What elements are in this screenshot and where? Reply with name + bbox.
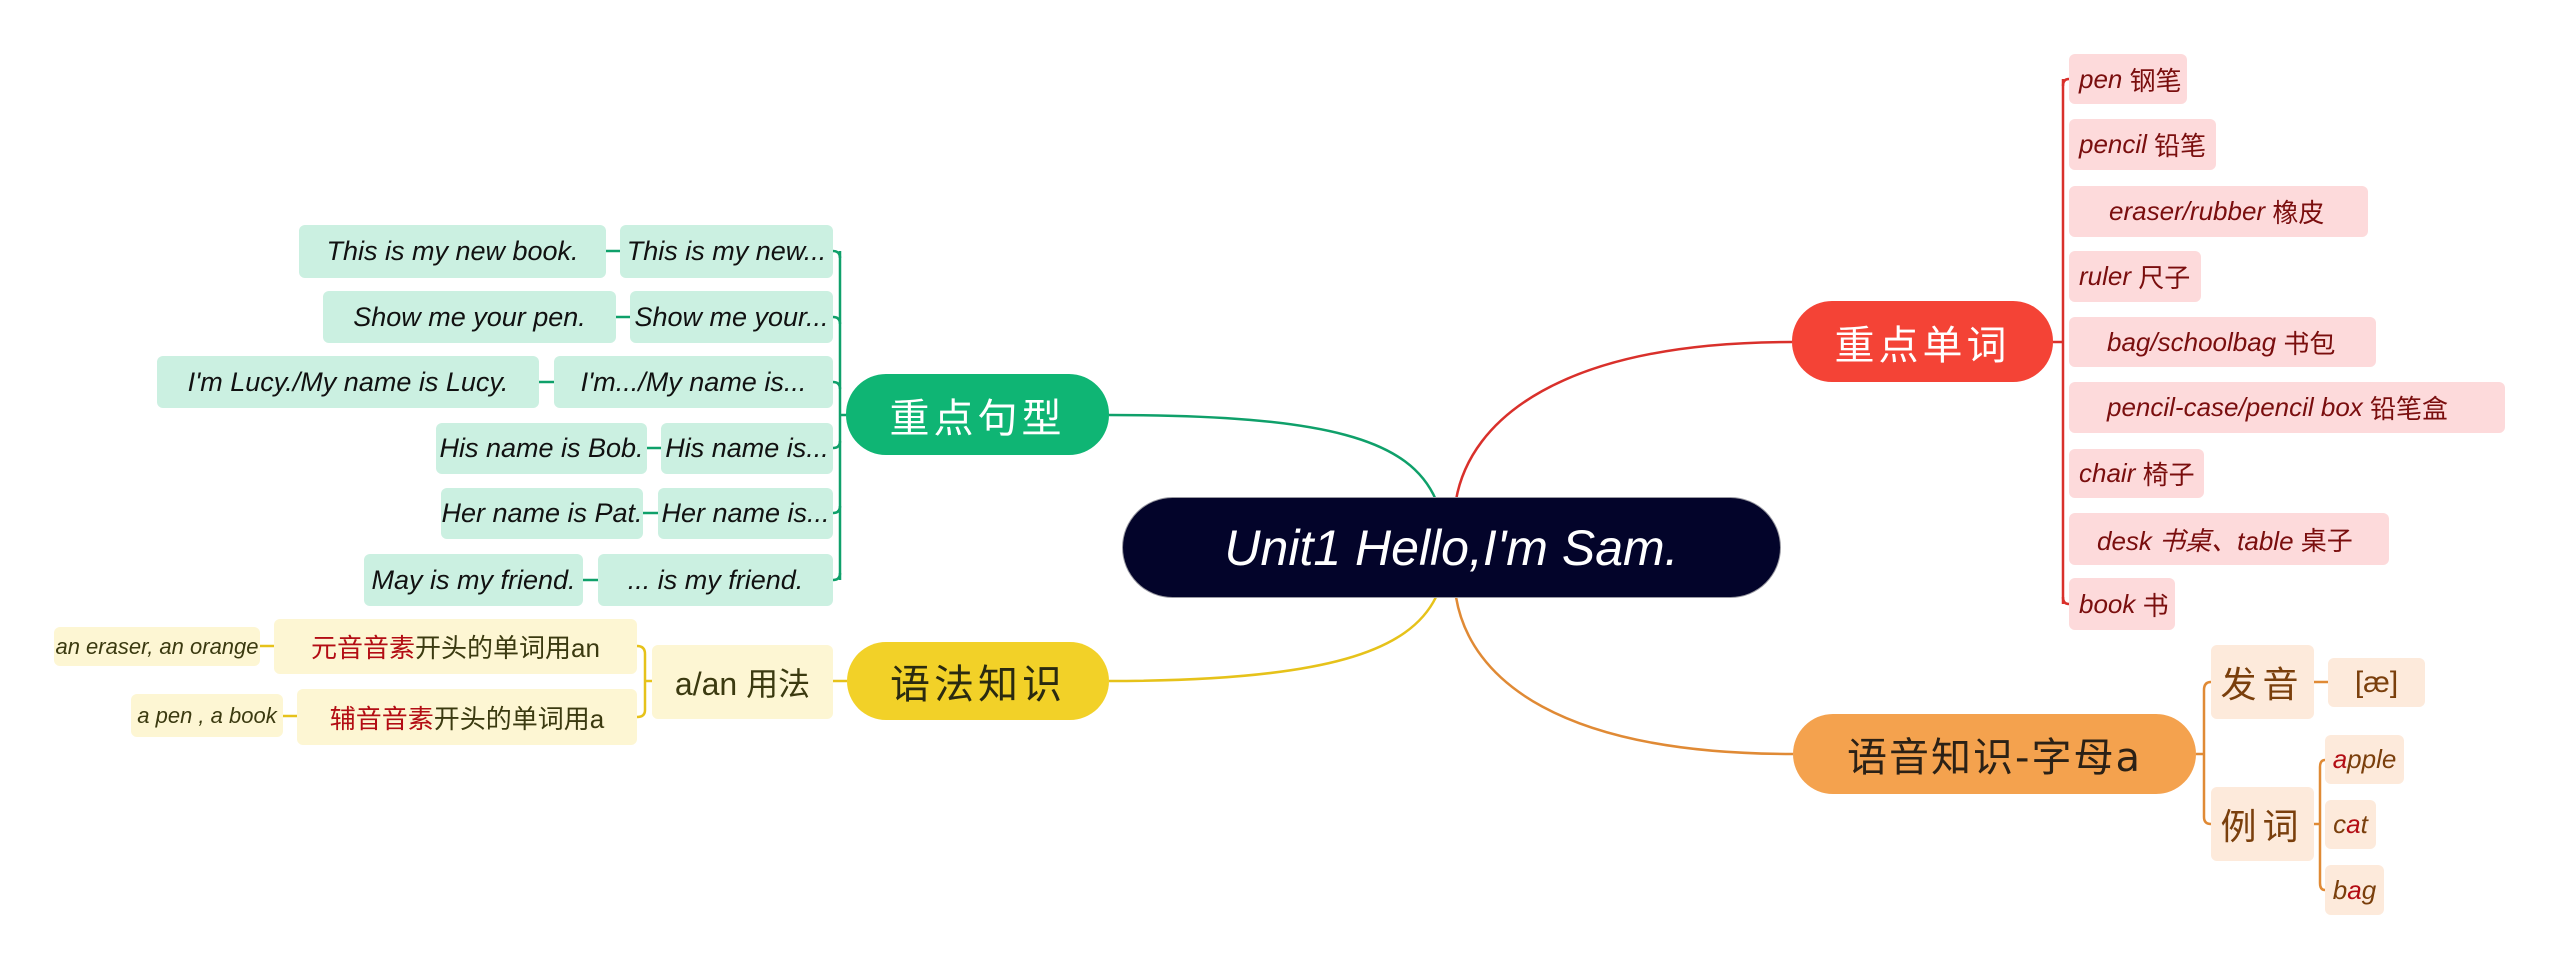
pronunciation-label[interactable]: 发音 xyxy=(2211,645,2314,719)
central-topic[interactable]: Unit1 Hello,I'm Sam. xyxy=(1123,498,1780,597)
word-highlight: a xyxy=(2346,809,2361,839)
word-highlight: a xyxy=(2332,744,2348,774)
sentence-example[interactable]: Show me your pen. xyxy=(323,291,616,343)
word-cn: 桌子 xyxy=(2300,525,2353,556)
example-text: Her name is Pat. xyxy=(441,498,643,528)
word-part: t xyxy=(2360,809,2368,839)
connector-central-sentences xyxy=(1108,413,1438,501)
word-en: bag/schoolbag xyxy=(2107,326,2277,357)
branch-label: 语法知识 xyxy=(890,662,1066,708)
sentence-pattern[interactable]: This is my new... xyxy=(620,225,833,278)
pattern-text: I'm.../My name is... xyxy=(580,366,807,397)
word-en: ruler xyxy=(2079,261,2132,291)
word-cn: 铅笔 xyxy=(2154,131,2207,161)
word-part: pple xyxy=(2347,744,2397,774)
pattern-text: His name is... xyxy=(665,433,829,463)
word-item[interactable]: pen 钢笔 xyxy=(2069,54,2187,104)
pattern-text: ... is my friend. xyxy=(627,564,804,595)
sentence-pattern[interactable]: Her name is... xyxy=(658,488,833,539)
word-part: b xyxy=(2332,874,2348,905)
sentence-pattern[interactable]: Show me your... xyxy=(630,291,833,343)
connector-words xyxy=(2053,77,2070,606)
branch-label: 重点句型 xyxy=(889,395,1066,442)
word-cn: 椅子 xyxy=(2142,460,2195,490)
example-text: an eraser, an orange xyxy=(55,633,259,659)
word-en: pencil-case/pencil box xyxy=(2107,392,2363,422)
word-en: chair xyxy=(2079,458,2136,488)
example-text: His name is Bob. xyxy=(439,433,644,463)
example-text: Show me your pen. xyxy=(353,301,586,332)
grammar-topic[interactable]: a/an 用法 xyxy=(652,645,833,719)
example-text: I'm Lucy./My name is Lucy. xyxy=(187,366,509,397)
example-word[interactable]: a pple xyxy=(2325,735,2404,784)
word-item[interactable]: ruler 尺子 xyxy=(2069,251,2201,302)
word-item[interactable]: chair 椅子 xyxy=(2069,449,2204,498)
word-part: c xyxy=(2333,809,2347,839)
pronunciation-value[interactable]: [æ] xyxy=(2328,658,2425,707)
branch-label: 重点单词 xyxy=(1834,322,2011,369)
example-word[interactable]: cat xyxy=(2325,800,2376,849)
word-en: desk 书桌、table xyxy=(2097,525,2294,556)
sentence-example[interactable]: I'm Lucy./My name is Lucy. xyxy=(157,356,539,408)
word-cn: 尺子 xyxy=(2138,263,2191,293)
branch-key-words[interactable]: 重点单词 xyxy=(1792,301,2053,382)
grammar-rule[interactable]: 辅音音素 开头的单词用a xyxy=(297,689,637,745)
grammar-example[interactable]: a pen , a book xyxy=(131,694,283,737)
word-item[interactable]: book 书 xyxy=(2069,578,2175,630)
word-item[interactable]: eraser/rubber 橡皮 xyxy=(2069,186,2368,237)
ipa-text: [æ] xyxy=(2354,665,2399,699)
example-text: May is my friend. xyxy=(371,564,576,595)
central-title: Unit1 Hello,I'm Sam. xyxy=(1224,519,1679,576)
label-text: 发音 xyxy=(2220,664,2305,705)
example-text: This is my new book. xyxy=(326,236,579,266)
word-cn: 书包 xyxy=(2283,328,2336,359)
topic-text: a/an 用法 xyxy=(674,666,811,702)
example-text: a pen , a book xyxy=(137,702,277,728)
word-cn: 书 xyxy=(2142,590,2169,621)
branch-label: 语音知识-字母a xyxy=(1847,735,2142,781)
sentence-pattern[interactable]: His name is... xyxy=(661,423,833,474)
sentence-example[interactable]: Her name is Pat. xyxy=(441,488,643,539)
word-part: g xyxy=(2361,874,2377,905)
word-item[interactable]: pencil-case/pencil box 铅笔盒 xyxy=(2069,382,2505,433)
rule-text: 开头的单词用a xyxy=(433,703,605,734)
pattern-text: This is my new... xyxy=(626,236,827,266)
pattern-text: Show me your... xyxy=(634,301,829,332)
branch-grammar[interactable]: 语法知识 xyxy=(847,642,1109,720)
word-cn: 铅笔盒 xyxy=(2370,394,2449,424)
rule-highlight: 元音音素 xyxy=(311,633,416,663)
sentence-pattern[interactable]: ... is my friend. xyxy=(598,554,833,606)
sentence-pattern[interactable]: I'm.../My name is... xyxy=(554,356,833,408)
connector-central-phonics xyxy=(1454,596,1794,756)
connector-central-words xyxy=(1454,340,1793,501)
rule-highlight: 辅音音素 xyxy=(329,703,434,734)
rule-text: 开头的单词用an xyxy=(415,633,600,663)
word-en: pen xyxy=(2079,63,2123,94)
word-item[interactable]: pencil 铅笔 xyxy=(2069,119,2216,170)
branch-key-sentences[interactable]: 重点句型 xyxy=(846,374,1109,455)
word-highlight: a xyxy=(2347,874,2362,905)
sentence-example[interactable]: May is my friend. xyxy=(364,554,583,606)
sentence-example[interactable]: His name is Bob. xyxy=(436,423,647,474)
word-cn: 橡皮 xyxy=(2272,198,2325,228)
word-en: eraser/rubber xyxy=(2109,196,2266,226)
word-en: book xyxy=(2079,588,2136,619)
sentence-example[interactable]: This is my new book. xyxy=(299,225,606,278)
grammar-rule[interactable]: 元音音素 开头的单词用an xyxy=(274,619,637,674)
word-en: pencil xyxy=(2079,129,2147,159)
pattern-text: Her name is... xyxy=(661,498,830,528)
word-cn: 钢笔 xyxy=(2129,65,2182,96)
branch-phonics[interactable]: 语音知识-字母a xyxy=(1793,714,2196,794)
connector-central-grammar xyxy=(1108,596,1438,683)
label-text: 例词 xyxy=(2220,806,2305,847)
word-item[interactable]: bag/schoolbag 书包 xyxy=(2069,317,2376,367)
example-word[interactable]: bag xyxy=(2325,865,2384,915)
word-item[interactable]: desk 书桌、table 桌子 xyxy=(2069,513,2389,565)
grammar-example[interactable]: an eraser, an orange xyxy=(54,627,260,666)
examples-label[interactable]: 例词 xyxy=(2211,787,2314,861)
